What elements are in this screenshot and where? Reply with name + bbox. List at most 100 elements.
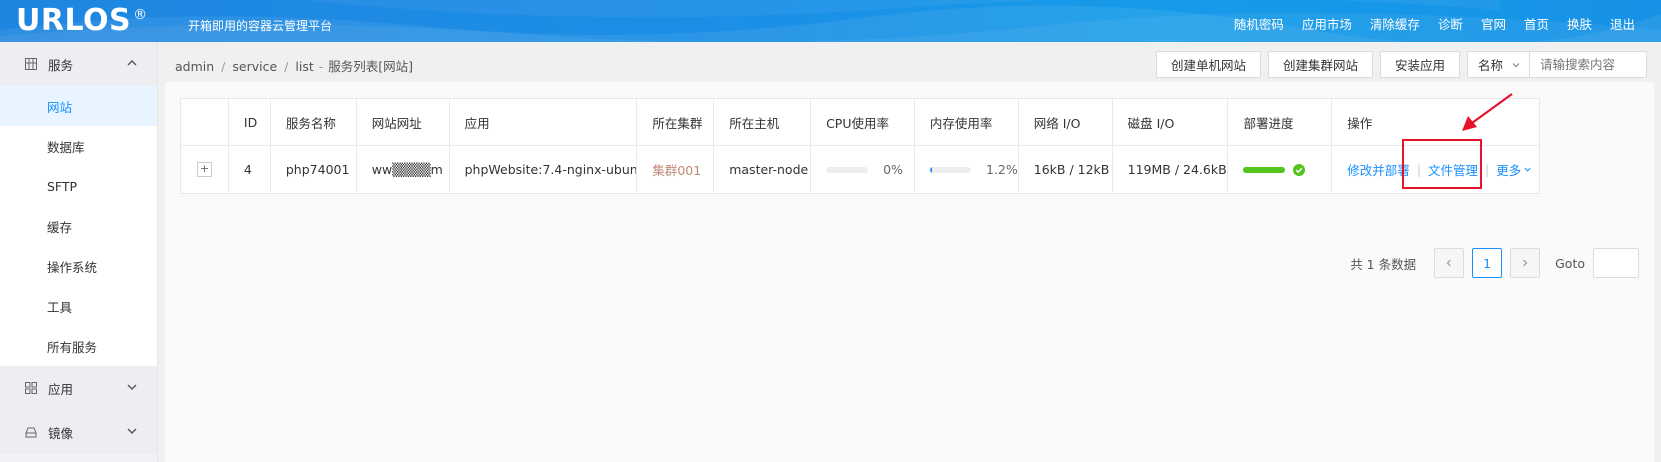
header-deploy: 部署进度 [1228,99,1333,145]
apps-icon [24,381,38,395]
header-service-name: 服务名称 [271,99,357,145]
header-app: 应用 [450,99,638,145]
nav-logout[interactable]: 退出 [1610,14,1635,33]
sidebar-item-all-services[interactable]: 所有服务 [0,326,157,366]
nav-diagnose[interactable]: 诊断 [1438,14,1463,33]
header-url: 网站网址 [357,99,450,145]
app-logo[interactable]: URLOS ® [16,3,148,38]
row-host: master-node [714,146,812,193]
goto-page-input[interactable] [1593,248,1639,278]
toolbar: 创建单机网站 创建集群网站 安装应用 名称 [1149,51,1647,78]
page-number-current[interactable]: 1 [1472,248,1503,278]
chevron-down-icon [1524,167,1531,172]
chevron-up-icon [127,60,137,66]
search-input[interactable] [1530,52,1646,77]
sidebar-item-sftp[interactable]: SFTP [0,166,157,206]
grid-icon [24,57,38,71]
pagination-total: 共 1 条数据 [1350,256,1417,272]
header-cluster: 所在集群 [637,99,715,145]
search-field-select[interactable]: 名称 [1468,52,1530,77]
check-circle-icon [1293,163,1306,176]
header-expand [181,99,229,145]
header-id: ID [229,99,271,145]
create-cluster-site-button[interactable]: 创建集群网站 [1267,51,1373,78]
row-cluster[interactable]: 集群001 [637,146,715,193]
sidebar-item-database[interactable]: 数据库 [0,126,157,166]
cpu-usage-bar [826,166,869,173]
action-separator: | [1485,162,1490,177]
sidebar-group-label: 服务 [48,57,74,73]
breadcrumb-dash: - [318,59,324,74]
more-actions-dropdown[interactable]: 更多 [1496,160,1521,179]
header-disk-io: 磁盘 I/O [1113,99,1229,145]
memory-usage-fill [929,166,932,173]
goto-label: Goto [1555,255,1585,271]
app-tagline: 开箱即用的容器云管理平台 [188,19,333,33]
header-net-io: 网络 I/O [1019,99,1113,145]
nav-home[interactable]: 首页 [1524,14,1549,33]
create-single-site-button[interactable]: 创建单机网站 [1155,51,1261,78]
prev-page-button[interactable] [1434,248,1465,278]
breadcrumb: admin / service / list - 服务列表[网站] [175,56,413,75]
row-cpu: 0% [811,146,915,193]
install-app-button[interactable]: 安装应用 [1379,51,1460,78]
row-expand-cell: + [181,146,229,193]
breadcrumb-service[interactable]: service [232,59,277,74]
expand-row-button[interactable]: + [196,162,212,177]
logo-text: URLOS [16,3,132,38]
chevron-down-icon [127,384,137,390]
more-label: 更多 [1496,163,1522,178]
sidebar-item-os[interactable]: 操作系统 [0,246,157,286]
top-nav: 随机密码 应用市场 清除缓存 诊断 官网 首页 换肤 退出 [1216,14,1635,33]
modify-deploy-link[interactable]: 修改并部署 [1347,160,1410,179]
breadcrumb-separator: / [284,59,289,74]
header-cpu: CPU使用率 [811,99,915,145]
chevron-right-icon [1523,259,1528,267]
chevron-left-icon [1446,259,1452,267]
row-app: phpWebsite:7.4-nginx-ubuntu [450,146,638,193]
nav-app-market[interactable]: 应用市场 [1302,14,1352,33]
breadcrumb-current: 服务列表[网站] [328,59,414,74]
row-service-name: php74001 [271,146,357,193]
sidebar-item-website[interactable]: 网站 [0,86,157,126]
pagination: 共 1 条数据 1 Goto [1350,248,1639,278]
row-memory: 1.2% [915,146,1019,193]
service-table: ID 服务名称 网站网址 应用 所在集群 所在主机 CPU使用率 内存使用率 网… [180,98,1540,194]
sidebar-item-tools[interactable]: 工具 [0,286,157,326]
top-header: URLOS ® 开箱即用的容器云管理平台 随机密码 应用市场 清除缓存 诊断 官网… [0,0,1661,42]
memory-usage-value: 1.2% [986,162,1018,177]
chevron-down-icon [127,428,137,434]
sidebar-group-label: 镜像 [48,425,74,441]
cpu-usage-value: 0% [883,162,903,177]
nav-official-site[interactable]: 官网 [1481,14,1506,33]
memory-usage-bar [929,166,971,173]
header-memory: 内存使用率 [915,99,1019,145]
sidebar-group-images[interactable]: 镜像 [0,410,157,454]
row-url[interactable]: ww▒▒▒▒m [357,146,450,193]
row-deploy [1228,146,1333,193]
row-disk-io: 119MB / 24.6kB [1113,146,1229,193]
disk-icon [24,425,38,439]
chevron-down-icon [1512,63,1520,68]
breadcrumb-list[interactable]: list [295,59,313,74]
sidebar-group-apps[interactable]: 应用 [0,366,157,410]
sidebar-group-service[interactable]: 服务 [0,42,157,86]
deploy-progress-bar [1243,166,1286,173]
nav-skin[interactable]: 换肤 [1567,14,1592,33]
breadcrumb-admin[interactable]: admin [175,59,214,74]
logo-registered-mark: ® [133,7,148,23]
sidebar-item-cache[interactable]: 缓存 [0,206,157,246]
header-host: 所在主机 [714,99,812,145]
highlight-box [1402,139,1482,189]
next-page-button[interactable] [1510,248,1541,278]
main-content: admin / service / list - 服务列表[网站] 创建单机网站 创建集群网… [158,42,1661,462]
row-id: 4 [229,146,271,193]
sidebar: 服务 网站 数据库 SFTP 缓存 操作系统 工具 所有服务 应用 镜像 [0,42,158,462]
sidebar-group-label: 应用 [48,381,74,397]
table-header-row: ID 服务名称 网站网址 应用 所在集群 所在主机 CPU使用率 内存使用率 网… [181,99,1539,146]
table-row: + 4 php74001 ww▒▒▒▒m phpWebsite:7.4-ngin… [181,146,1539,193]
nav-clear-cache[interactable]: 清除缓存 [1370,14,1420,33]
nav-random-password[interactable]: 随机密码 [1234,14,1284,33]
row-net-io: 16kB / 12kB [1019,146,1113,193]
search-field-value: 名称 [1478,58,1504,73]
